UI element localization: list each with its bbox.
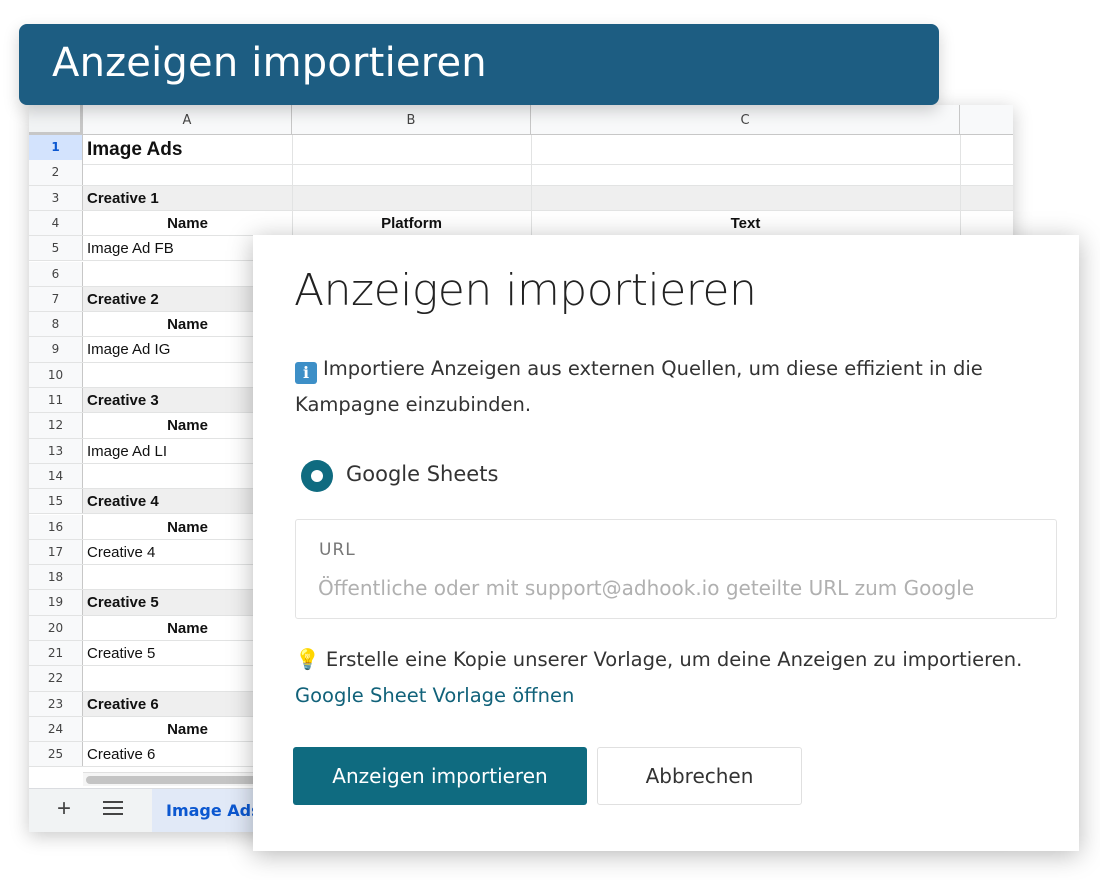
info-icon: i xyxy=(295,362,317,384)
row-number[interactable]: 19 xyxy=(29,590,83,615)
cell-b[interactable]: Platform xyxy=(292,211,531,235)
row-number[interactable]: 24 xyxy=(29,716,83,742)
row-number[interactable]: 17 xyxy=(29,539,83,565)
cell-b[interactable] xyxy=(292,186,531,210)
select-all-corner[interactable] xyxy=(29,105,83,135)
column-header-c[interactable]: C xyxy=(531,105,960,135)
url-input[interactable] xyxy=(318,572,1038,604)
open-template-link[interactable]: Google Sheet Vorlage öffnen xyxy=(295,684,574,707)
info-message: i Importiere Anzeigen aus externen Quelle… xyxy=(295,351,1035,423)
dialog-title: Anzeigen importieren xyxy=(294,265,757,316)
import-ads-dialog: Anzeigen importieren i Importiere Anzeige… xyxy=(253,235,1079,851)
all-sheets-menu-icon[interactable] xyxy=(103,801,123,817)
cell-a[interactable]: Creative 1 xyxy=(87,186,292,210)
row-number[interactable]: 18 xyxy=(29,565,83,590)
cell-b[interactable] xyxy=(292,160,531,184)
row-number[interactable]: 16 xyxy=(29,514,83,539)
column-header-b[interactable]: B xyxy=(292,105,531,135)
row-number[interactable]: 2 xyxy=(29,160,83,185)
import-ads-button[interactable]: Anzeigen importieren xyxy=(293,747,587,805)
row-number[interactable]: 8 xyxy=(29,312,83,337)
cell-c[interactable] xyxy=(531,186,960,210)
row-number[interactable]: 11 xyxy=(29,388,83,413)
row-number[interactable]: 5 xyxy=(29,236,83,261)
table-row: 3 Creative 1 xyxy=(29,185,1013,211)
template-hint: 💡 Erstelle eine Kopie unserer Vorlage, um… xyxy=(295,641,1035,714)
column-header-a[interactable]: A xyxy=(83,105,292,135)
row-number[interactable]: 20 xyxy=(29,615,83,640)
row-number[interactable]: 14 xyxy=(29,463,83,489)
cell-a[interactable]: Name xyxy=(83,211,292,235)
banner-title: Anzeigen importieren xyxy=(52,40,487,86)
table-row: 2 xyxy=(29,160,1013,186)
table-row: 4 Name Platform Text xyxy=(29,210,1013,237)
template-hint-text: Erstelle eine Kopie unserer Vorlage, um … xyxy=(325,648,1023,671)
row-number[interactable]: 10 xyxy=(29,362,83,387)
row-number[interactable]: 4 xyxy=(29,210,83,236)
row-number[interactable]: 15 xyxy=(29,489,83,514)
row-number[interactable]: 3 xyxy=(29,185,83,210)
url-field[interactable]: URL xyxy=(295,519,1057,619)
url-field-label: URL xyxy=(319,540,356,560)
row-number[interactable]: 25 xyxy=(29,742,83,767)
add-sheet-icon[interactable]: + xyxy=(57,797,71,821)
cancel-button[interactable]: Abbrechen xyxy=(597,747,802,805)
row-number[interactable]: 13 xyxy=(29,438,83,463)
row-number[interactable]: 23 xyxy=(29,691,83,716)
row-number[interactable]: 21 xyxy=(29,641,83,666)
radio-label[interactable]: Google Sheets xyxy=(346,462,498,486)
lightbulb-icon: 💡 xyxy=(295,647,320,671)
header-banner: Anzeigen importieren xyxy=(19,24,939,105)
row-number[interactable]: 7 xyxy=(29,286,83,312)
cell-c[interactable] xyxy=(531,160,960,184)
radio-selected-icon[interactable] xyxy=(301,460,333,492)
row-number[interactable]: 6 xyxy=(29,261,83,286)
cell-c[interactable]: Text xyxy=(531,211,960,235)
column-header-row: A B C xyxy=(29,105,1013,135)
row-number[interactable]: 12 xyxy=(29,413,83,438)
row-number[interactable]: 9 xyxy=(29,337,83,362)
info-message-text: Importiere Anzeigen aus externen Quellen… xyxy=(295,357,983,416)
cell-a[interactable] xyxy=(87,160,292,184)
row-number[interactable]: 22 xyxy=(29,666,83,691)
